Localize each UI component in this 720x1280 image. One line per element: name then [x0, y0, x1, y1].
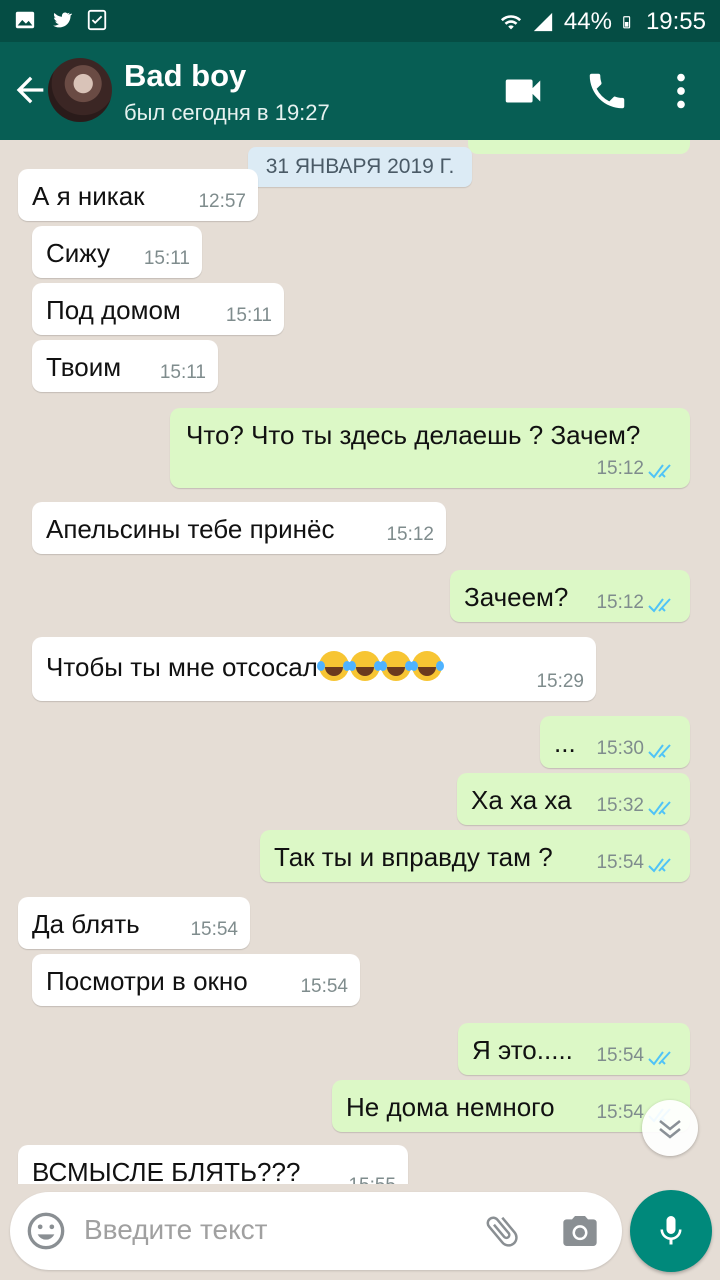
- message-bubble-outgoing[interactable]: Я это..... 15:54: [458, 1023, 690, 1075]
- message-input-placeholder: Введите текст: [84, 1214, 268, 1245]
- date-divider: 31 ЯНВАРЯ 2019 Г.: [248, 147, 472, 187]
- avatar[interactable]: [48, 58, 112, 122]
- message-text: ...: [554, 728, 576, 758]
- joy-emoji-icon: [409, 651, 442, 681]
- checklist-icon: [87, 9, 107, 31]
- compose-bar: Введите текст: [0, 1184, 720, 1280]
- message-list[interactable]: 31 ЯНВАРЯ 2019 Г. А я никак 12:57 Сижу 1…: [0, 140, 720, 1184]
- message-time: 15:54: [300, 976, 348, 997]
- message-time: 15:11: [225, 305, 272, 326]
- message-text: Я это.....: [472, 1035, 573, 1065]
- message-text: Ха ха ха: [471, 785, 572, 815]
- message-bubble-outgoing[interactable]: Не дома немного 15:54: [332, 1080, 690, 1132]
- twitter-icon: [53, 12, 72, 28]
- message-bubble-partial: [468, 140, 690, 154]
- message-time: 12:57: [198, 191, 246, 212]
- clock: 19:55: [645, 8, 706, 35]
- message-bubble-outgoing[interactable]: Зачеем? 15:12: [450, 570, 690, 622]
- message-bubble-incoming[interactable]: Апельсины тебе принёс 15:12: [32, 502, 446, 554]
- double-check-icon: [648, 801, 671, 816]
- camera-icon[interactable]: [560, 1211, 600, 1251]
- battery-percent: 44%: [563, 8, 612, 35]
- message-time: 15:12: [386, 524, 434, 545]
- chat-header: Bad boy был сегодня в 19:27: [0, 42, 720, 140]
- message-text: ВСМЫСЛЕ БЛЯТЬ???: [32, 1157, 301, 1184]
- arrow-left-icon[interactable]: [10, 70, 50, 110]
- message-bubble-incoming[interactable]: Сижу 15:11: [32, 226, 202, 278]
- status-bar: 44% 19:55: [0, 0, 720, 42]
- message-text: Не дома немного: [346, 1092, 555, 1122]
- message-time: 15:12: [596, 592, 644, 613]
- message-time: 15:54: [190, 919, 238, 940]
- message-text: Что? Что ты здесь делаешь ? Зачем?: [186, 420, 641, 450]
- message-text: Твоим: [46, 352, 122, 382]
- contact-name[interactable]: Bad boy: [124, 58, 246, 94]
- message-bubble-incoming[interactable]: ВСМЫСЛЕ БЛЯТЬ??? 15:55: [18, 1145, 408, 1184]
- emoji-icon[interactable]: [26, 1211, 66, 1251]
- message-bubble-outgoing[interactable]: Ха ха ха 15:32: [457, 773, 690, 825]
- message-time: 15:29: [536, 671, 584, 692]
- message-bubble-incoming[interactable]: Твоим 15:11: [32, 340, 218, 392]
- message-text-wrap: Чтобы ты мне отсосал: [46, 651, 442, 683]
- signal-icon: [533, 12, 553, 32]
- video-call-icon[interactable]: [500, 68, 546, 114]
- double-check-icon: [648, 598, 671, 613]
- paperclip-icon[interactable]: [482, 1211, 522, 1251]
- message-time: 15:11: [143, 248, 190, 269]
- message-text: Апельсины тебе принёс: [46, 514, 335, 544]
- message-time: 15:32: [596, 795, 644, 816]
- message-text: Да блять: [32, 909, 140, 939]
- wifi-icon: [500, 15, 521, 30]
- message-time: 15:30: [596, 738, 644, 759]
- message-input[interactable]: Введите текст: [10, 1192, 622, 1270]
- message-bubble-outgoing[interactable]: Так ты и вправду там ? 15:54: [260, 830, 690, 882]
- double-check-icon: [648, 1051, 671, 1066]
- chevron-down-icon[interactable]: [642, 1100, 698, 1156]
- message-time: 15:54: [596, 852, 644, 873]
- joy-emoji-icon: [378, 651, 411, 681]
- mic-icon: [660, 1216, 682, 1245]
- message-text: Посмотри в окно: [46, 966, 248, 996]
- double-check-icon: [648, 464, 671, 479]
- message-text: Так ты и вправду там ?: [274, 842, 553, 872]
- double-check-icon: [648, 744, 671, 759]
- message-bubble-incoming[interactable]: Чтобы ты мне отсосал 15:29: [32, 637, 596, 701]
- message-time: 15:12: [596, 458, 644, 479]
- message-text: Зачеем?: [464, 582, 569, 612]
- message-text: Сижу: [46, 238, 110, 268]
- message-time: 15:54: [596, 1102, 644, 1123]
- phone-icon[interactable]: [584, 68, 630, 114]
- double-check-icon: [648, 858, 671, 873]
- message-time: 15:11: [159, 362, 206, 383]
- message-text: А я никак: [32, 181, 145, 211]
- message-time: 15:55: [348, 1175, 396, 1184]
- message-bubble-outgoing[interactable]: ... 15:30: [540, 716, 690, 768]
- mic-button[interactable]: [630, 1190, 712, 1272]
- last-seen-status[interactable]: был сегодня в 19:27: [124, 100, 330, 126]
- gallery-icon: [15, 11, 35, 29]
- message-text: Чтобы ты мне отсосал: [46, 652, 318, 682]
- battery-icon: [623, 16, 631, 29]
- message-bubble-incoming[interactable]: Под домом 15:11: [32, 283, 284, 335]
- message-bubble-incoming[interactable]: Да блять 15:54: [18, 897, 250, 949]
- joy-emoji-icon: [347, 651, 380, 681]
- more-vert-icon[interactable]: [658, 68, 704, 114]
- message-text: Под домом: [46, 295, 181, 325]
- message-bubble-incoming[interactable]: Посмотри в окно 15:54: [32, 954, 360, 1006]
- message-bubble-incoming[interactable]: А я никак 12:57: [18, 169, 258, 221]
- message-bubble-outgoing[interactable]: Что? Что ты здесь делаешь ? Зачем? 15:12: [170, 408, 690, 488]
- message-time: 15:54: [596, 1045, 644, 1066]
- joy-emoji-icon: [316, 651, 349, 681]
